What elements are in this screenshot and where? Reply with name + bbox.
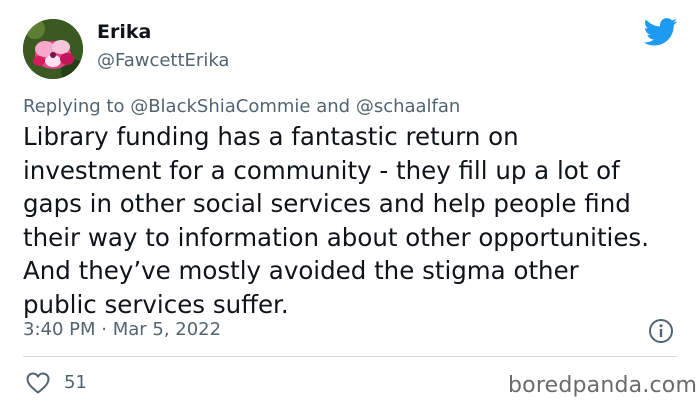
heart-icon[interactable] [26,372,50,394]
info-icon[interactable] [648,318,674,344]
tweet-text-line: their way to information about other opp… [23,222,649,252]
replying-to-connector: and [310,96,356,117]
tweet-text: Library funding has a fantastic return o… [23,120,693,321]
tweet-text-line: And they’ve mostly avoided the stigma ot… [23,256,579,285]
replying-to: Replying to @BlackShiaCommie and @schaal… [23,96,460,117]
tweet-text-line: public services suffer. [23,289,289,319]
reply-mention-link[interactable]: @schaalfan [356,96,461,117]
reply-mention-link[interactable]: @BlackShiaCommie [130,96,310,117]
tweet-text-line: Library funding has a fantastic return o… [23,122,519,151]
watermark: boredpanda.com [508,373,698,398]
tweet-timestamp[interactable]: 3:40 PM · Mar 5, 2022 [23,319,221,340]
replying-to-prefix: Replying to [23,96,131,117]
divider [23,356,677,357]
author-name[interactable]: Erika [97,21,151,43]
like-count: 51 [64,372,87,393]
author-handle[interactable]: @FawcettErika [97,50,229,71]
tweet-text-line: investment for a community - they fill u… [23,155,620,185]
twitter-bird-icon[interactable] [644,18,678,46]
avatar-flower-image [23,19,83,79]
tweet-text-line: gaps in other social services and help p… [23,189,631,218]
avatar[interactable] [23,19,83,79]
